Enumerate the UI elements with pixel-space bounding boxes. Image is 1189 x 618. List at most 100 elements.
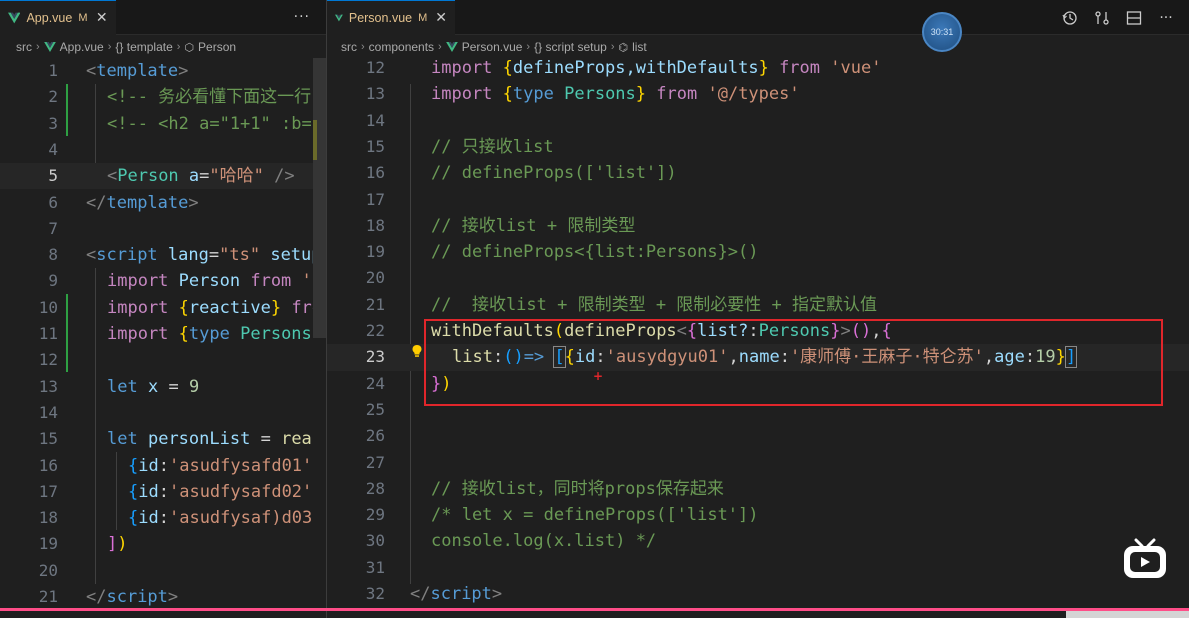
line-number: 6 xyxy=(48,192,58,212)
line-number: 7 xyxy=(48,218,58,238)
code-line: list:()=> [{id:'ausydgyu01',name:'康师傅·王麻… xyxy=(452,346,1078,369)
line-number: 3 xyxy=(48,113,58,133)
code-line: <template> xyxy=(86,61,189,81)
line-number: 16 xyxy=(38,455,58,475)
line-number: 21 xyxy=(38,587,58,606)
left-editor-group: App.vue M ✕ ··· src › App.vue › {} templ… xyxy=(0,0,326,618)
chevron-right-icon: › xyxy=(107,41,112,53)
line-number: 28 xyxy=(365,478,385,498)
tab-label: App.vue xyxy=(26,11,73,25)
code-line: withDefaults(defineProps<{list?:Persons}… xyxy=(431,321,892,341)
line-number: 31 xyxy=(365,557,385,577)
line-number: 29 xyxy=(365,505,385,525)
right-code-editor[interactable]: 12 import {defineProps,withDefaults} from… xyxy=(327,58,1189,618)
line-number: 17 xyxy=(38,481,58,501)
close-icon[interactable]: ✕ xyxy=(96,10,108,26)
code-line: import {defineProps,withDefaults} from '… xyxy=(431,58,882,78)
tab-label: Person.vue xyxy=(348,11,413,25)
code-line: /* let x = defineProps(['list']) xyxy=(431,505,759,526)
code-line: import Person from '. xyxy=(107,271,323,292)
line-number: 26 xyxy=(365,426,385,446)
line-number: 18 xyxy=(365,215,385,235)
code-line: ]) xyxy=(107,534,128,555)
lightbulb-icon[interactable] xyxy=(411,344,423,358)
more-actions-icon[interactable]: ··· xyxy=(294,9,310,25)
breadcrumb-section[interactable]: {} template xyxy=(115,40,172,54)
line-number: 10 xyxy=(38,297,58,317)
breadcrumb-file[interactable]: App.vue xyxy=(60,40,104,54)
more-icon[interactable]: ··· xyxy=(1157,9,1175,27)
line-number: 32 xyxy=(365,584,385,603)
close-icon[interactable]: ✕ xyxy=(435,10,447,26)
line-number: 25 xyxy=(365,399,385,419)
breadcrumb-src[interactable]: src xyxy=(16,40,32,54)
line-number: 15 xyxy=(365,136,385,156)
line-number: 18 xyxy=(38,508,58,528)
line-number: 23 xyxy=(365,347,385,367)
modified-indicator: M xyxy=(418,12,428,24)
code-line: </template> xyxy=(86,192,199,213)
code-line: let x = 9 xyxy=(107,376,200,397)
line-number: 12 xyxy=(365,58,385,77)
line-number: 15 xyxy=(38,429,58,449)
chevron-right-icon: › xyxy=(361,41,365,53)
breadcrumb-node[interactable]: list xyxy=(632,40,647,54)
split-editor-icon[interactable] xyxy=(1125,9,1143,27)
code-line: // 接收list，同时将props保存起来 xyxy=(431,478,724,499)
code-line: import {type Persons} from '@/types' xyxy=(431,84,800,105)
vue-file-icon xyxy=(8,12,21,24)
video-progress-bar[interactable] xyxy=(0,608,1189,611)
breadcrumb-node[interactable]: Person xyxy=(198,40,236,54)
code-line: }) xyxy=(431,373,452,394)
breadcrumb-dir[interactable]: components xyxy=(369,40,434,54)
line-number: 24 xyxy=(365,373,385,393)
line-number: 20 xyxy=(38,560,58,580)
annotation-marker: + xyxy=(593,369,604,383)
vue-file-icon xyxy=(43,42,56,52)
overlay-strip xyxy=(1066,611,1189,618)
compare-changes-icon[interactable] xyxy=(1093,9,1111,27)
scrollbar-thumb[interactable] xyxy=(313,58,326,338)
line-number: 22 xyxy=(365,321,385,340)
line-number: 21 xyxy=(365,294,385,314)
variable-icon: ⌬ xyxy=(618,41,629,54)
line-number: 9 xyxy=(48,271,58,291)
left-code-editor[interactable]: 1 <template> 2 <!-- 务必看懂下面这一行 3 <!-- <h2 a=… xyxy=(0,58,326,618)
bilibili-tv-icon[interactable] xyxy=(1122,538,1168,580)
line-number: 14 xyxy=(365,110,385,130)
chevron-right-icon: › xyxy=(176,41,181,53)
line-number: 5 xyxy=(48,166,58,186)
line-number: 12 xyxy=(38,350,58,370)
code-line: <Person a="哈哈" /> xyxy=(107,166,295,187)
line-number: 11 xyxy=(38,324,58,343)
line-number: 17 xyxy=(365,189,385,209)
modified-indicator: M xyxy=(78,12,88,24)
timeline-icon[interactable] xyxy=(1061,9,1079,27)
line-number: 14 xyxy=(38,402,58,422)
code-line: // defineProps<{list:Persons}>() xyxy=(431,242,759,263)
code-line: {id:'asudfysaf)d03' xyxy=(128,508,323,529)
overview-ruler-mark xyxy=(313,120,317,160)
code-line: <script lang="ts" setup xyxy=(86,245,322,266)
breadcrumb-file[interactable]: Person.vue xyxy=(462,40,523,54)
line-number: 16 xyxy=(365,163,385,183)
vue-file-icon xyxy=(445,42,458,52)
tab-app-vue[interactable]: App.vue M ✕ xyxy=(0,0,116,35)
code-line: {id:'asudfysafd01', xyxy=(128,455,323,476)
tab-person-vue[interactable]: Person.vue M ✕ xyxy=(327,0,455,35)
line-number: 27 xyxy=(365,452,385,472)
line-number: 4 xyxy=(48,139,58,159)
component-icon: ⬡ xyxy=(184,41,195,54)
code-line: </script> xyxy=(410,584,503,604)
code-line: // 接收list + 限制类型 xyxy=(431,215,636,236)
code-line: import {reactive} fro xyxy=(107,297,323,318)
code-line: let personList = reac xyxy=(107,429,323,450)
breadcrumb: src › App.vue › {} template › ⬡ Person xyxy=(0,36,326,58)
code-line: // 接收list + 限制类型 + 限制必要性 + 指定默认值 xyxy=(431,294,877,315)
code-line: {id:'asudfysafd02', xyxy=(128,481,323,502)
line-number: 19 xyxy=(365,242,385,262)
breadcrumb-section[interactable]: {} script setup xyxy=(534,40,607,54)
breadcrumb-src[interactable]: src xyxy=(341,40,357,54)
line-number: 8 xyxy=(48,245,58,265)
code-line: <!-- 务必看懂下面这一行 xyxy=(107,87,312,108)
